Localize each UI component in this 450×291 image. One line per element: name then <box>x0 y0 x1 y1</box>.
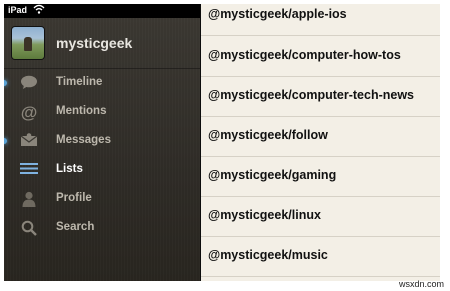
list-item[interactable]: @mysticgeek/computer-tech-news <box>201 76 440 117</box>
list-item[interactable]: @mysticgeek/linux <box>201 196 440 237</box>
sidebar-item-messages[interactable]: Messages <box>4 127 200 156</box>
sidebar-item-label: Mentions <box>56 105 107 117</box>
screenshot-frame: iPad 4:16 AM mysticgeek Timeline @ <box>0 0 450 291</box>
envelope-icon <box>19 133 39 150</box>
at-sign-icon: @ <box>20 103 38 122</box>
list-item-label: @mysticgeek/music <box>208 248 328 262</box>
sidebar-item-label: Lists <box>56 163 83 175</box>
list-item-label: @mysticgeek/computer-tech-news <box>208 88 414 102</box>
avatar[interactable] <box>12 27 44 59</box>
sidebar-item-label: Profile <box>56 192 92 204</box>
username: mysticgeek <box>56 35 133 51</box>
person-icon <box>19 191 39 208</box>
magnifier-icon <box>19 220 39 237</box>
sidebar-item-label: Messages <box>56 134 111 146</box>
list-item[interactable]: @mysticgeek/apple-ios <box>201 4 440 36</box>
list-item-label: @mysticgeek/computer-how-tos <box>208 48 401 62</box>
list-item[interactable]: @mysticgeek/computer-how-tos <box>201 36 440 77</box>
list-item-label: @mysticgeek/gaming <box>208 168 337 182</box>
sidebar-item-label: Timeline <box>56 76 103 88</box>
sidebar-item-label: Search <box>56 221 95 233</box>
watermark: wsxdn.com <box>398 279 444 289</box>
unread-indicator <box>4 80 7 86</box>
unread-indicator <box>4 138 7 144</box>
list-item[interactable]: @mysticgeek/music <box>201 236 440 277</box>
list-item-label: @mysticgeek/apple-ios <box>208 7 347 21</box>
sidebar: mysticgeek Timeline @ Mentions Messages <box>4 18 200 281</box>
lists-panel: @mysticgeek/apple-ios @mysticgeek/comput… <box>200 4 440 281</box>
profile-header[interactable]: mysticgeek <box>4 18 200 68</box>
ipad-screen: iPad 4:16 AM mysticgeek Timeline @ <box>4 4 440 281</box>
sidebar-item-timeline[interactable]: Timeline <box>4 69 200 98</box>
list-icon <box>19 162 39 179</box>
sidebar-item-mentions[interactable]: @ Mentions <box>4 98 200 127</box>
speech-bubble-icon <box>19 75 39 92</box>
list-item-label: @mysticgeek/linux <box>208 208 321 222</box>
sidebar-item-lists[interactable]: Lists <box>4 156 200 185</box>
list-item-label: @mysticgeek/follow <box>208 128 328 142</box>
list-item[interactable]: @mysticgeek/follow <box>201 116 440 157</box>
sidebar-item-search[interactable]: Search <box>4 214 200 243</box>
list-item[interactable]: @mysticgeek/gaming <box>201 156 440 197</box>
sidebar-item-profile[interactable]: Profile <box>4 185 200 214</box>
